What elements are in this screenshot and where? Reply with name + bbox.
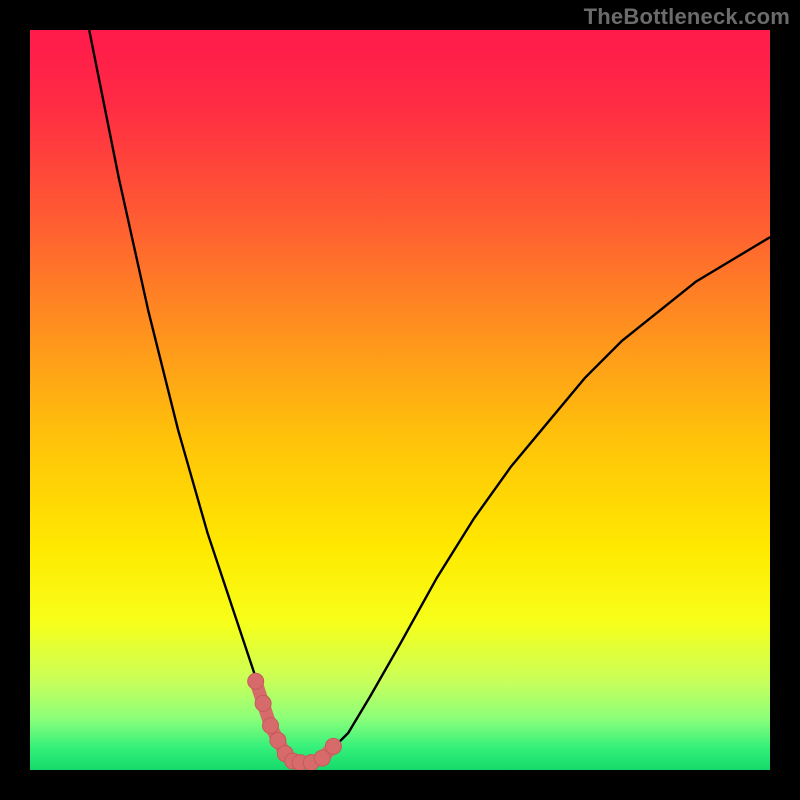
plot-area bbox=[30, 30, 770, 770]
datapoint-dot bbox=[248, 673, 264, 689]
datapoint-dot bbox=[325, 738, 341, 754]
watermark-text: TheBottleneck.com bbox=[584, 4, 790, 30]
gradient-background bbox=[30, 30, 770, 770]
datapoint-dot bbox=[255, 695, 271, 711]
chart-frame: TheBottleneck.com bbox=[0, 0, 800, 800]
chart-svg bbox=[30, 30, 770, 770]
datapoint-dot bbox=[263, 718, 279, 734]
